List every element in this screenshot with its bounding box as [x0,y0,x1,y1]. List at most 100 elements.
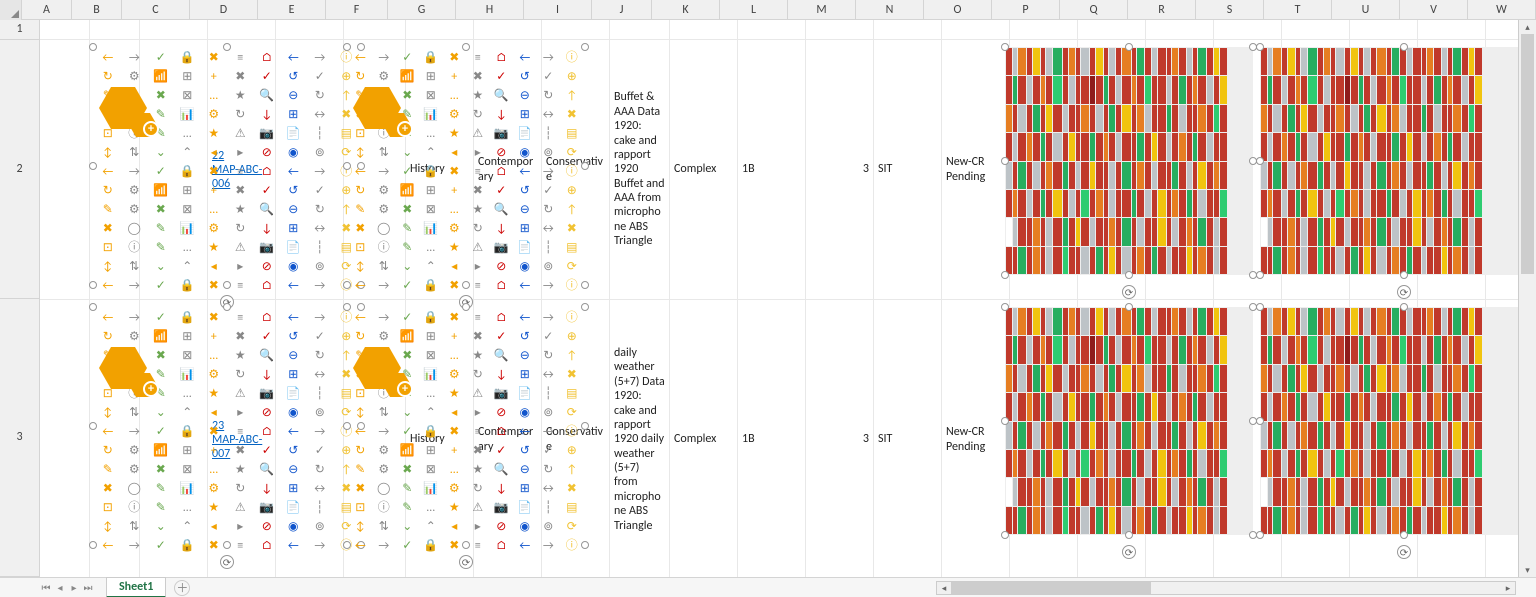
cell-C1[interactable] [140,20,208,40]
rotate-handle-icon[interactable] [1122,285,1136,299]
selection-handle[interactable] [581,303,589,311]
column-header-V[interactable]: V [1400,0,1468,19]
selection-handle[interactable] [89,43,97,51]
column-header-L[interactable]: L [720,0,788,19]
selection-handle[interactable] [1001,157,1009,165]
horizontal-scrollbar[interactable]: ◂ ▸ [936,581,1516,595]
selection-handle[interactable] [1400,271,1408,279]
embedded-mosaic-2[interactable] [1259,46,1536,276]
scroll-down-button[interactable]: ▾ [1519,563,1536,577]
cell-M3-text[interactable]: 3 [806,300,874,577]
cell-N1[interactable] [874,20,942,40]
selection-handle[interactable] [1001,303,1009,311]
row-header-1[interactable]: 1 [0,20,39,40]
rotate-handle-icon[interactable] [1397,545,1411,559]
selection-handle[interactable] [343,162,351,170]
column-header-J[interactable]: J [592,0,652,19]
column-header-T[interactable]: T [1264,0,1332,19]
column-header-W[interactable]: W [1468,0,1536,19]
selection-handle[interactable] [89,541,97,549]
cell-D1[interactable] [208,20,276,40]
cell-J1[interactable] [610,20,670,40]
hscroll-track[interactable] [951,582,1501,594]
select-all-corner[interactable] [0,0,22,20]
cells-area[interactable]: 22MAP-ABC-006HistoryContemporaryConserva… [40,20,1536,577]
selection-handle[interactable] [581,43,589,51]
scroll-right-button[interactable]: ▸ [1501,582,1515,594]
rotate-handle-icon[interactable] [1122,545,1136,559]
column-header-D[interactable]: D [190,0,258,19]
scroll-up-button[interactable]: ▴ [1519,20,1536,34]
embedded-mosaic-3[interactable] [1004,306,1254,536]
selection-handle[interactable] [462,303,470,311]
sheet-nav-prev-icon[interactable]: ◂ [54,582,66,594]
column-header-H[interactable]: H [456,0,524,19]
cell-K1[interactable] [670,20,738,40]
selection-handle[interactable] [89,162,97,170]
cell-M1[interactable] [806,20,874,40]
cell-J2-text[interactable]: Buffet & AAA Data 1920: cake and rapport… [610,40,670,300]
sheet-nav-next-icon[interactable]: ▸ [68,582,80,594]
column-header-U[interactable]: U [1332,0,1400,19]
embedded-icon-gallery-1[interactable]: ←→✓🔒✖≡⌂←→ⓘ↻⚙📶⊞+✖✓↺✓⊕✎⚙✖⊠…★🔍⊖↻↑✖◯✎📊⚙↻↓⊞↔✖… [92,46,362,286]
column-header-P[interactable]: P [992,0,1060,19]
selection-handle[interactable] [1256,303,1264,311]
selection-handle[interactable] [1256,43,1264,51]
cell-F1[interactable] [344,20,406,40]
column-header-S[interactable]: S [1196,0,1264,19]
embedded-icon-gallery-3[interactable]: ←→✓🔒✖≡⌂←→ⓘ↻⚙📶⊞+✖✓↺✓⊕✎⚙✖⊠…★🔍⊖↻↑✖◯✎📊⚙↻↓⊞↔✖… [92,306,362,546]
sheet-tab-active[interactable]: Sheet1 [106,577,166,597]
hscroll-thumb[interactable] [951,582,1151,594]
selection-handle[interactable] [1125,43,1133,51]
sheet-nav-last-icon[interactable]: ⏭ [82,582,94,594]
selection-handle[interactable] [581,281,589,289]
vscroll-thumb[interactable] [1521,34,1534,274]
selection-handle[interactable] [1125,271,1133,279]
column-header-G[interactable]: G [388,0,456,19]
row-header-2[interactable]: 2 [0,40,39,299]
selection-handle[interactable] [1256,531,1264,539]
rotate-handle-icon[interactable] [220,555,234,569]
cell-M2-text[interactable]: 3 [806,40,874,300]
cell-G1[interactable] [406,20,474,40]
selection-handle[interactable] [89,422,97,430]
cell-U1[interactable] [1350,20,1418,40]
selection-handle[interactable] [1125,303,1133,311]
selection-handle[interactable] [89,303,97,311]
add-sheet-button[interactable]: ＋ [174,580,190,596]
column-header-E[interactable]: E [258,0,326,19]
cell-A2[interactable] [40,40,90,300]
column-header-A[interactable]: A [22,0,72,19]
column-header-N[interactable]: N [856,0,924,19]
column-header-I[interactable]: I [524,0,592,19]
selection-handle[interactable] [1256,417,1264,425]
selection-handle[interactable] [1001,43,1009,51]
selection-handle[interactable] [1125,531,1133,539]
vertical-scrollbar[interactable]: ▴ ▾ [1518,20,1536,577]
selection-handle[interactable] [1001,531,1009,539]
selection-handle[interactable] [1256,157,1264,165]
selection-handle[interactable] [343,303,351,311]
cell-O3-text[interactable]: New-CR Pending [942,300,1010,577]
embedded-icon-gallery-4[interactable]: ←→✓🔒✖≡⌂←→ⓘ↻⚙📶⊞+✖✓↺✓⊕✎⚙✖⊠…★🔍⊖↻↑✖◯✎📊⚙↻↓⊞↔✖… [346,306,586,546]
cell-R1[interactable] [1146,20,1214,40]
selection-handle[interactable] [1400,43,1408,51]
rotate-handle-icon[interactable] [1397,285,1411,299]
selection-handle[interactable] [462,281,470,289]
cell-J3-text[interactable]: daily weather (5+7) Data 1920: cake and … [610,300,670,577]
selection-handle[interactable] [462,541,470,549]
selection-handle[interactable] [343,422,351,430]
column-header-C[interactable]: C [122,0,190,19]
selection-handle[interactable] [581,162,589,170]
selection-handle[interactable] [581,541,589,549]
selection-handle[interactable] [343,281,351,289]
cell-K3-text[interactable]: Complex [670,300,738,577]
scroll-left-button[interactable]: ◂ [937,582,951,594]
cell-Q1[interactable] [1078,20,1146,40]
column-header-O[interactable]: O [924,0,992,19]
selection-handle[interactable] [223,281,231,289]
embedded-icon-gallery-2[interactable]: ←→✓🔒✖≡⌂←→ⓘ↻⚙📶⊞+✖✓↺✓⊕✎⚙✖⊠…★🔍⊖↻↑✖◯✎📊⚙↻↓⊞↔✖… [346,46,586,286]
column-header-K[interactable]: K [652,0,720,19]
selection-handle[interactable] [343,541,351,549]
column-header-Q[interactable]: Q [1060,0,1128,19]
